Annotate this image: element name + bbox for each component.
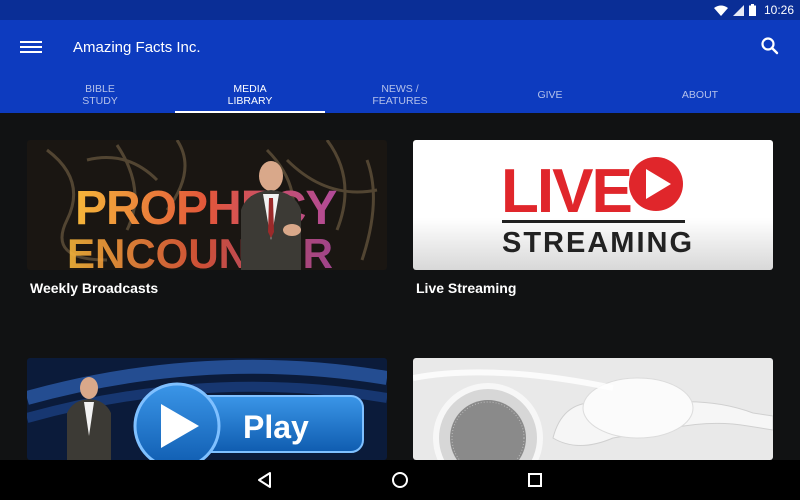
app-bar: Amazing Facts Inc. BIBLE STUDY MEDIA LIB… (0, 20, 800, 113)
card-audio[interactable] (413, 358, 773, 460)
live-text: LIVE (501, 157, 631, 226)
card-title: Live Streaming (416, 280, 517, 296)
back-icon[interactable] (255, 470, 275, 490)
status-bar: 10:26 (0, 0, 800, 20)
weekly-broadcasts-thumbnail[interactable]: PROPHECY ENCOUNTER (27, 140, 387, 270)
card-live-streaming[interactable]: LIVE STREAMING Live Streaming (413, 140, 773, 300)
navigation-bar (0, 460, 800, 500)
tab-media-library[interactable]: MEDIA LIBRARY (175, 77, 325, 113)
live-streaming-thumbnail[interactable]: LIVE STREAMING (413, 140, 773, 270)
recents-icon[interactable] (525, 470, 545, 490)
tab-news-features[interactable]: NEWS / FEATURES (325, 77, 475, 113)
tab-bar: BIBLE STUDY MEDIA LIBRARY NEWS / FEATURE… (25, 77, 775, 113)
card-weekly-broadcasts[interactable]: PROPHECY ENCOUNTER Weekly Broadcasts (27, 140, 387, 300)
play-thumbnail[interactable]: Play (27, 358, 387, 460)
audio-thumbnail[interactable] (413, 358, 773, 460)
play-circle-icon (629, 157, 683, 211)
home-icon[interactable] (390, 470, 410, 490)
tab-bible-study[interactable]: BIBLE STUDY (25, 77, 175, 113)
card-title: Weekly Broadcasts (30, 280, 159, 296)
hamburger-menu-icon[interactable] (20, 38, 42, 56)
tab-give[interactable]: GIVE (475, 77, 625, 113)
status-time: 10:26 (763, 3, 794, 17)
play-text: Play (243, 409, 309, 445)
app-title: Amazing Facts Inc. (73, 39, 201, 56)
battery-icon (749, 4, 756, 16)
signal-icon (733, 4, 744, 16)
search-icon[interactable] (760, 36, 780, 56)
card-play[interactable]: Play (27, 358, 387, 460)
wifi-icon (714, 5, 728, 16)
tab-about[interactable]: ABOUT (625, 77, 775, 113)
status-icons (714, 4, 756, 16)
streaming-text: STREAMING (502, 227, 694, 259)
